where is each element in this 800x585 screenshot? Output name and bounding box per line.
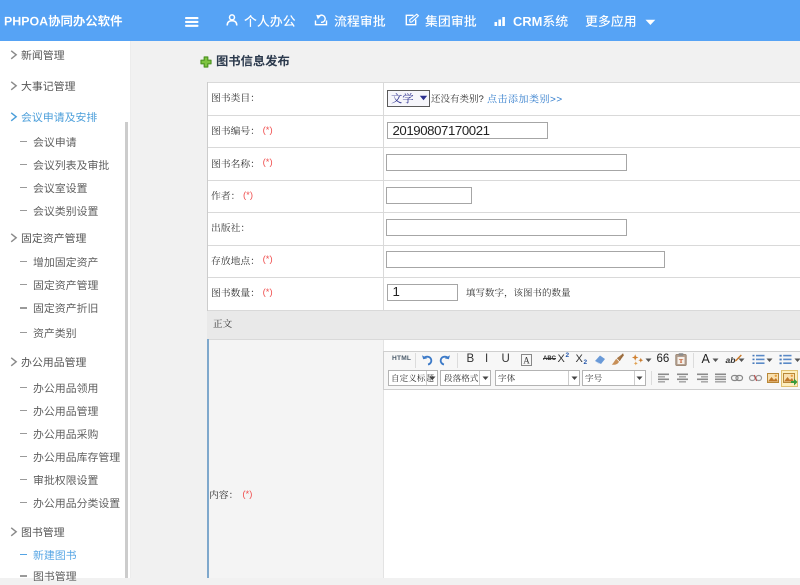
svg-text:A: A [523,355,530,365]
svg-text:T: T [678,358,683,365]
